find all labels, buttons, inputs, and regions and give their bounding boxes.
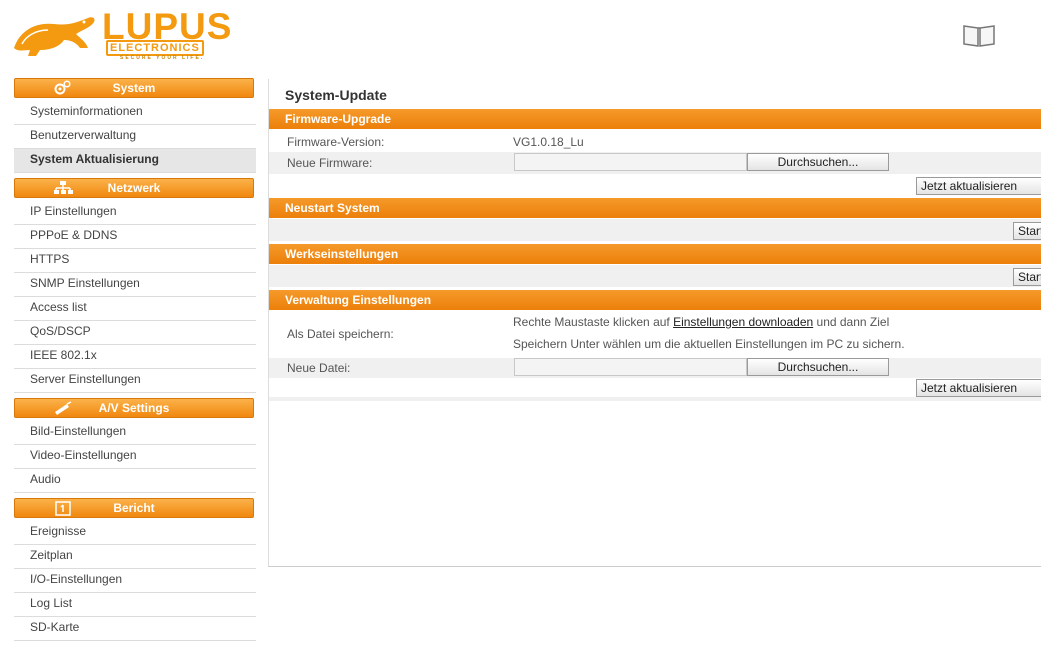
config-save-row: Als Datei speichern: Rechte Maustaste kl… [269, 311, 1041, 357]
firmware-version-row: Firmware-Version: VG1.0.18_Lu [269, 131, 1041, 151]
sidebar-item-systeminformationen[interactable]: Systeminformationen [14, 101, 256, 125]
sidebar-item-log-list[interactable]: Log List [14, 593, 256, 617]
sidebar-item-pppoe-ddns[interactable]: PPPoE & DDNS [14, 225, 256, 249]
firmware-version-label: Firmware-Version: [287, 135, 385, 149]
config-desc-before: Rechte Maustaste klicken auf [513, 315, 674, 329]
new-firmware-label: Neue Firmware: [287, 156, 373, 170]
sidebar-item-ereignisse[interactable]: Ereignisse [14, 521, 256, 545]
gear-icon [54, 80, 71, 95]
section-header-bericht: Bericht [14, 498, 254, 518]
section-header-av-settings: A/V Settings [14, 398, 254, 418]
config-save-description: Rechte Maustaste klicken auf Einstellung… [513, 311, 1033, 355]
firmware-browse-button[interactable]: Durchsuchen... [747, 153, 889, 171]
section-title-netzwerk: Netzwerk [107, 181, 161, 195]
firmware-update-button[interactable]: Jetzt aktualisieren [916, 177, 1041, 195]
new-firmware-row: Neue Firmware: Durchsuchen... [269, 152, 1041, 174]
section-system: System Systeminformationen Benutzerverwa… [0, 78, 258, 173]
download-settings-link[interactable]: Einstellungen downloaden [673, 315, 813, 329]
restart-start-button[interactable]: Start [1013, 222, 1041, 240]
factory-start-button[interactable]: Start [1013, 268, 1041, 286]
factory-settings-header: Werkseinstellungen [269, 244, 1041, 264]
book-icon[interactable] [962, 22, 996, 48]
sidebar-item-zeitplan[interactable]: Zeitplan [14, 545, 256, 569]
header: LUPUS ELECTRONICS SECURE YOUR LIFE. [0, 0, 1041, 64]
factory-row [269, 265, 1041, 287]
config-file-input[interactable] [514, 358, 747, 376]
section-av-settings: A/V Settings Bild-Einstellungen Video-Ei… [0, 398, 258, 493]
sidebar-item-ip-einstellungen[interactable]: IP Einstellungen [14, 201, 256, 225]
new-file-label: Neue Datei: [287, 361, 351, 375]
section-header-netzwerk: Netzwerk [14, 178, 254, 198]
config-save-label: Als Datei speichern: [287, 327, 394, 341]
sidebar-item-io-einstellungen[interactable]: I/O-Einstellungen [14, 569, 256, 593]
config-desc-after: und dann Ziel [813, 315, 890, 329]
config-update-button[interactable]: Jetzt aktualisieren [916, 379, 1041, 397]
main-panel: System-Update Firmware-Upgrade Firmware-… [268, 79, 1041, 567]
config-desc-line2: Speichern Unter wählen um die aktuellen … [513, 337, 905, 351]
sidebar-item-server-einstellungen[interactable]: Server Einstellungen [14, 369, 256, 393]
sidebar-item-bild-einstellungen[interactable]: Bild-Einstellungen [14, 421, 256, 445]
firmware-upgrade-header: Firmware-Upgrade [269, 109, 1041, 129]
sidebar-item-video-einstellungen[interactable]: Video-Einstellungen [14, 445, 256, 469]
restart-system-header: Neustart System [269, 198, 1041, 218]
firmware-file-input[interactable] [514, 153, 747, 171]
sidebar-item-https[interactable]: HTTPS [14, 249, 256, 273]
restart-row [269, 219, 1041, 241]
sidebar-item-snmp-einstellungen[interactable]: SNMP Einstellungen [14, 273, 256, 297]
calendar-icon [55, 501, 71, 516]
section-title-system: System [112, 81, 156, 95]
sidebar-item-access-list[interactable]: Access list [14, 297, 256, 321]
new-file-row: Neue Datei: Durchsuchen... [269, 358, 1041, 378]
logo-tagline: SECURE YOUR LIFE. [120, 55, 205, 61]
sidebar-item-sd-karte[interactable]: SD-Karte [14, 617, 256, 641]
section-bericht: Bericht Ereignisse Zeitplan I/O-Einstell… [0, 498, 258, 641]
sidebar-item-qos-dscp[interactable]: QoS/DSCP [14, 321, 256, 345]
lupus-logo[interactable]: LUPUS ELECTRONICS SECURE YOUR LIFE. [10, 8, 260, 61]
sidebar-item-system-aktualisierung[interactable]: System Aktualisierung [14, 149, 256, 173]
section-header-system: System [14, 78, 254, 98]
sidebar-item-audio[interactable]: Audio [14, 469, 256, 493]
page-title: System-Update [285, 87, 387, 103]
camera-icon [55, 401, 72, 415]
panther-logo-icon [14, 17, 95, 56]
network-icon [54, 181, 73, 194]
sidebar: System Systeminformationen Benutzerverwa… [0, 78, 258, 646]
section-title-bericht: Bericht [113, 501, 155, 515]
config-management-header: Verwaltung Einstellungen [269, 290, 1041, 310]
logo-sub-text: ELECTRONICS [106, 40, 204, 56]
sidebar-item-benutzerverwaltung[interactable]: Benutzerverwaltung [14, 125, 256, 149]
sidebar-item-ieee-8021x[interactable]: IEEE 802.1x [14, 345, 256, 369]
firmware-version-value: VG1.0.18_Lu [513, 135, 584, 149]
section-netzwerk: Netzwerk IP Einstellungen PPPoE & DDNS H… [0, 178, 258, 393]
section-title-av-settings: A/V Settings [98, 401, 170, 415]
config-browse-button[interactable]: Durchsuchen... [747, 358, 889, 376]
config-footer-strip [269, 397, 1041, 401]
